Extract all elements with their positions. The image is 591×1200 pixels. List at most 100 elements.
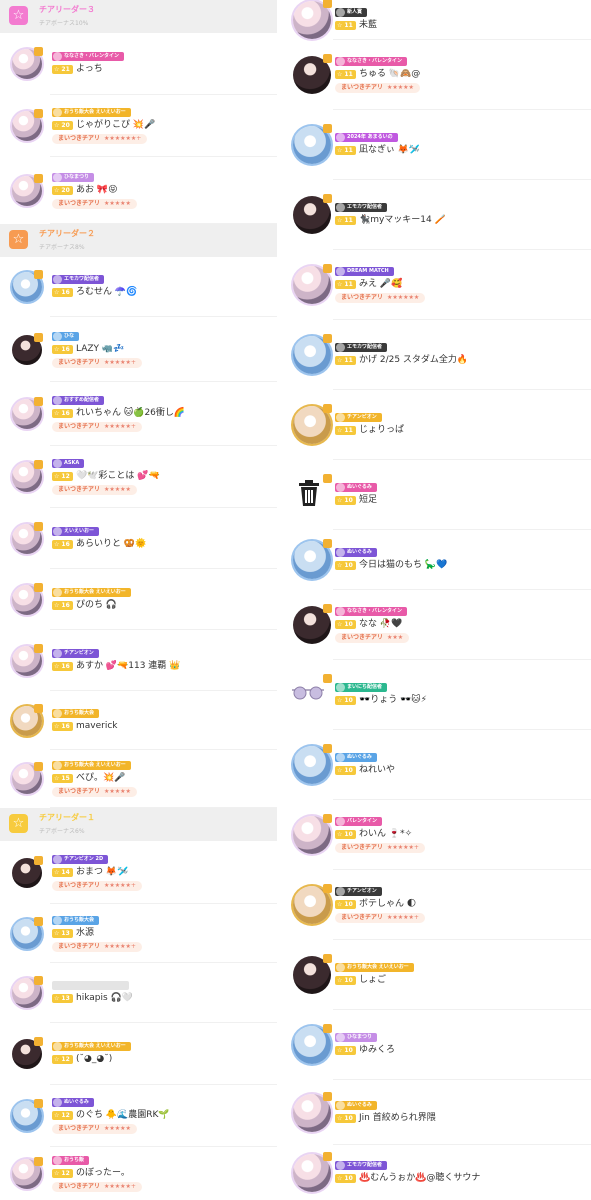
level-star-icon: ☆ [337,1175,343,1182]
list-item[interactable]: チアンピオン ☆ 10 ボテしゃん 🌓 まいつきチアリ ★★★★★+ [283,870,591,940]
list-item[interactable]: おうち飯 ☆ 12 のぼったー。 まいつきチアリ ★★★★★+ [0,1147,277,1200]
rank-badge-icon [323,814,332,823]
cheer-tag-stars: ★★★★★ [104,486,131,493]
trash-icon [297,479,321,507]
user-name: Jin 首絞められ界隈 [359,1113,436,1123]
user-banner: チアンピオン 2D [52,855,109,864]
list-item[interactable]: チアンピオン 2D ☆ 14 おまつ 🦊🛩️ まいつきチアリ ★★★★★+ [0,841,277,904]
cheer-tag-stars: ★★★★★+ [104,1183,136,1190]
level-star-icon: ☆ [54,289,60,296]
list-item[interactable]: おうち飯大会 えいえいおー ☆ 10 しょご [283,940,591,1010]
user-name: わいん 🍷*✧ [359,829,413,839]
list-item[interactable]: エモカワ配信者 ☆ 11 🐈‍⬛myマッキー14 🪥 [283,180,591,250]
list-item[interactable]: まいにち配信者 ☆ 10 🕶️りょう 🕶️🐱⚡ [283,660,591,730]
banner-text: ぬいぐるみ [347,549,372,555]
list-item[interactable]: えいえいおー ☆ 16 あらいりと 🥨🌞 [0,508,277,569]
user-banner: DREAM MATCH [335,267,394,276]
banner-emblem-icon [53,332,62,341]
list-item[interactable]: バレンタイン ☆ 10 わいん 🍷*✧ まいつきチアリ ★★★★★+ [283,800,591,870]
cheer-tag: まいつきチアリ ★★★★★ [52,199,137,209]
cheer-tag: まいつきチアリ ★★★★★+ [52,942,142,952]
banner-emblem-icon [336,483,345,492]
list-item[interactable]: エモカワ配信者 ☆ 16 ろむせん ☂️🌀 [0,257,277,317]
banner-emblem-icon [336,1101,345,1110]
list-item[interactable]: ななさき・バレンタイン ☆ 21 よっち [0,33,277,95]
user-banner: チアンピオン [335,887,382,896]
level-star-icon: ☆ [337,147,343,154]
banner-emblem-icon [53,649,62,658]
list-item[interactable]: ☆ 13 hikapis 🎧🤍 [0,963,277,1023]
user-banner: おうち飯大会 えいえいおー [52,761,131,770]
list-item[interactable]: エモカワ配信者 ☆ 11 かげ 2/25 スタダム全力🔥 [283,320,591,390]
list-item[interactable]: ななさき・バレンタイン ☆ 11 ちゅる 🐚🙈@ まいつきチアリ ★★★★★ [283,40,591,110]
level-badge: ☆ 12 [52,1169,73,1178]
list-item[interactable]: おうち飯大会 えいえいおー ☆ 16 ぴのち 🎧 [0,569,277,630]
list-item[interactable]: 新人賞 ☆ 11 未藍 [283,0,591,40]
list-item[interactable]: ひな ☆ 16 LAZY 🦏💤 まいつきチアリ ★★★★★+ [0,317,277,382]
list-item[interactable]: おうち飯大会 えいえいおー ☆ 12 (˘◕_◕˘) [0,1023,277,1085]
cheer-tag-label: まいつきチアリ [58,1183,101,1190]
user-banner: ぬいぐるみ [52,1098,94,1107]
level-number: 11 [344,217,353,224]
list-item[interactable]: おうち飯大会 えいえいおー ☆ 15 べぴ。💥🎤 まいつきチアリ ★★★★★ [0,750,277,808]
level-star-icon: ☆ [337,357,343,364]
level-badge: ☆ 16 [52,288,73,297]
star-icon: ☆ [9,6,28,25]
cheer-tag-stars: ★★★★★+ [104,359,136,366]
user-banner: 新人賞 [335,8,368,17]
list-item[interactable]: ぬいぐるみ ☆ 12 のぐち 🐥🌊農園RK🌱 まいつきチアリ ★★★★★ [0,1085,277,1147]
list-item[interactable]: ななさき・バレンタイン ☆ 10 なな 🥀🖤 まいつきチアリ ★★★ [283,590,591,660]
level-badge: ☆ 12 [52,472,73,481]
list-item[interactable]: ひなまつり ☆ 10 ゆみくろ [283,1010,591,1080]
list-item[interactable]: ぬいぐるみ ☆ 10 ねれいや [283,730,591,800]
user-name: 短足 [359,495,378,505]
level-badge: ☆ 12 [52,1055,73,1064]
banner-text: DREAM MATCH [347,268,389,274]
cheer-tag-label: まいつきチアリ [341,914,384,921]
list-item[interactable]: エモカワ配信者 ☆ 10 ♨️むんうぉか♨️@聴くサウナ [283,1145,591,1200]
cheer-tag-stars: ★★★★★+ [104,423,136,430]
cheer-tag: まいつきチアリ ★★★★★+ [52,358,142,368]
banner-text: おうち飯大会 えいえいおー [347,964,409,970]
list-item[interactable]: 2024年 あまるいの ☆ 11 凪なぎぃ 🦊🛩️ [283,110,591,180]
banner-text: ひな [64,333,75,339]
rank-badge-icon [34,856,43,865]
level-number: 16 [61,410,70,417]
list-item[interactable]: ひなまつり ☆ 20 あお 🎀😝 まいつきチアリ ★★★★★ [0,157,277,224]
level-number: 16 [61,602,70,609]
user-name: 凪なぎぃ 🦊🛩️ [359,145,421,155]
user-banner: おうち飯大会 えいえいおー [335,963,414,972]
level-number: 20 [61,187,70,194]
cheer-tag: まいつきチアリ ★★★★★+ [52,1182,142,1192]
user-name: みえ 🎤🥰 [359,279,403,289]
list-item[interactable]: ぬいぐるみ ☆ 10 Jin 首絞められ界隈 [283,1080,591,1145]
banner-text: エモカワ配信者 [64,276,100,282]
list-item[interactable]: ぬいぐるみ ☆ 10 今日は猫のもち 🦕💙 [283,530,591,590]
level-badge: ☆ 20 [52,121,73,130]
section-header-s1: ☆ チアリーダー１ チアボーナス6% [0,808,277,841]
list-item[interactable]: おうち飯大会 ☆ 16 maverick [0,691,277,750]
cheer-tag-label: まいつきチアリ [58,882,101,889]
list-item[interactable]: ASKA ☆ 12 🤍🕊️彩ことは 💕🔫 まいつきチアリ ★★★★★ [0,446,277,508]
section-title: チアリーダー２ [39,229,95,238]
level-star-icon: ☆ [54,122,60,129]
list-item[interactable]: おうち飯大会 えいえいおー ☆ 20 じゃがりこぴ 💥🎤 まいつきチアリ ★★★★★★+ [0,95,277,157]
rank-badge-icon [34,704,43,713]
list-item[interactable]: チアンピオン ☆ 16 あすか 💕🔫113 連覇 👑 [0,630,277,691]
list-item[interactable]: チアンピオン ☆ 11 じょりっぱ [283,390,591,460]
list-item[interactable]: おうち飯大会 ☆ 13 水源 まいつきチアリ ★★★★★+ [0,904,277,963]
level-badge: ☆ 21 [52,65,73,74]
list-item[interactable]: DREAM MATCH ☆ 11 みえ 🎤🥰 まいつきチアリ ★★★★★★ [283,250,591,320]
banner-emblem-icon [53,709,62,718]
level-number: 21 [61,66,70,73]
list-item[interactable]: ぬいぐるみ ☆ 10 短足 [283,460,591,530]
cheer-tag-label: まいつきチアリ [58,1125,101,1132]
banner-text: エモカワ配信者 [347,204,383,210]
user-banner: おうち飯大会 えいえいおー [52,108,131,117]
level-star-icon: ☆ [54,541,60,548]
user-banner: おすすめ配信者 [52,396,105,405]
list-item[interactable]: おすすめ配信者 ☆ 16 れいちゃん 🐱🍏26衝し🌈 まいつきチアリ ★★★★★+ [0,382,277,446]
banner-emblem-icon [53,855,62,864]
user-banner: エモカワ配信者 [335,203,388,212]
user-banner: ななさき・バレンタイン [52,52,125,61]
